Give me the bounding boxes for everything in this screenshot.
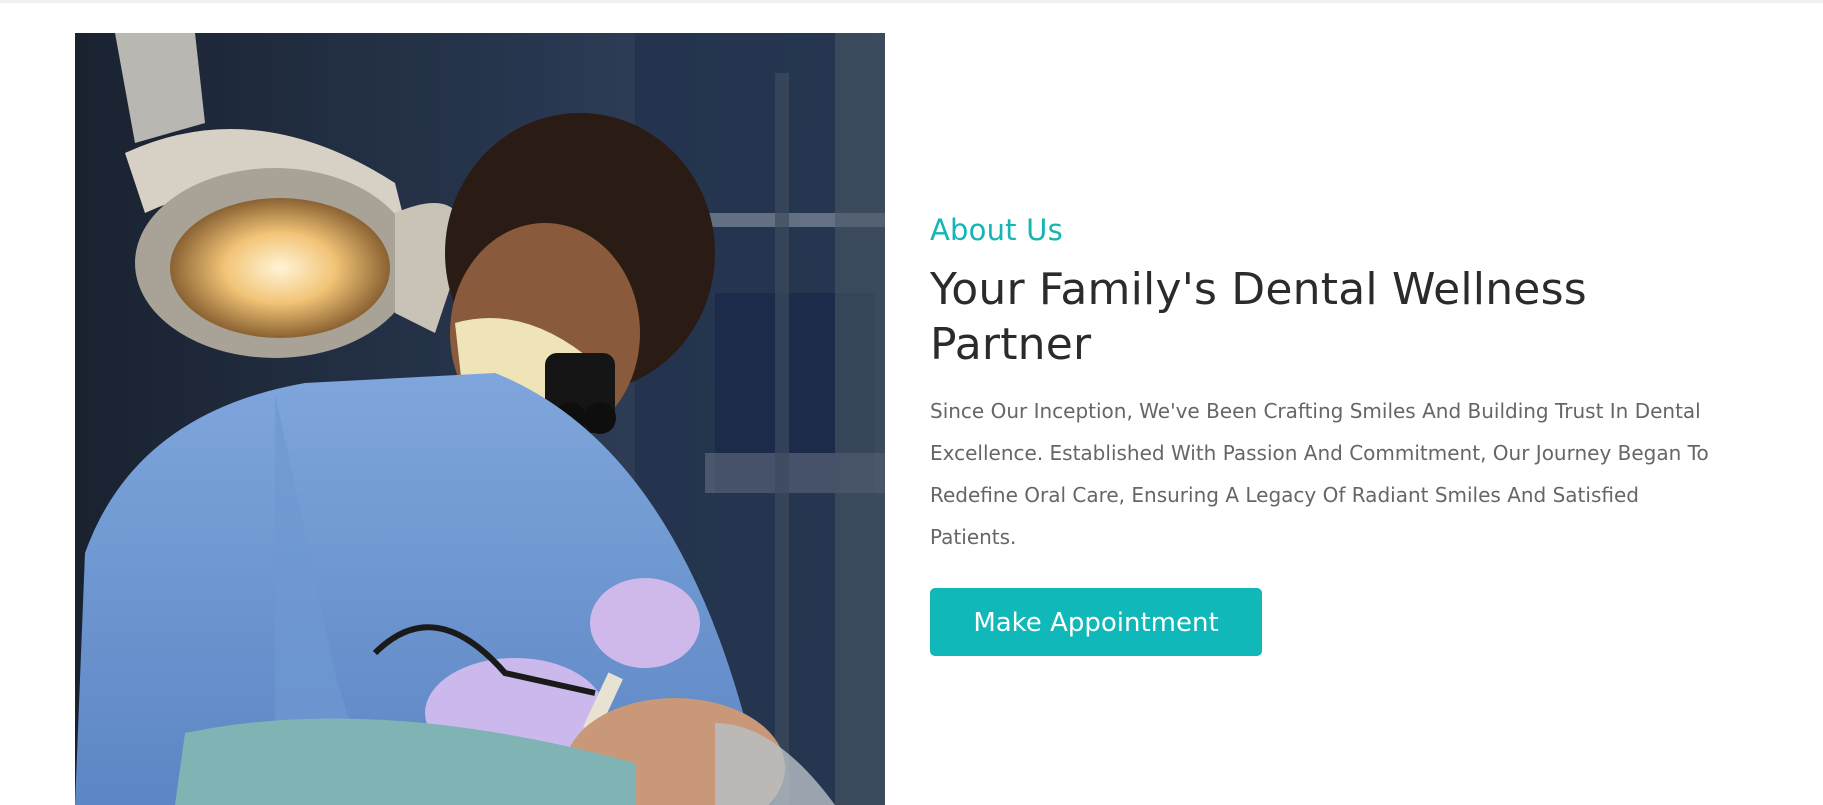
about-description: Since Our Inception, We've Been Crafting… — [930, 399, 1709, 549]
about-eyebrow: About Us — [930, 213, 1063, 247]
about-headline: Your Family's Dental Wellness Partner — [930, 264, 1587, 370]
top-divider — [0, 0, 1823, 3]
dentist-photo — [75, 33, 885, 805]
about-section: About Us Your Family's Dental Wellness P… — [930, 210, 1730, 656]
make-appointment-button[interactable]: Make Appointment — [930, 588, 1262, 656]
